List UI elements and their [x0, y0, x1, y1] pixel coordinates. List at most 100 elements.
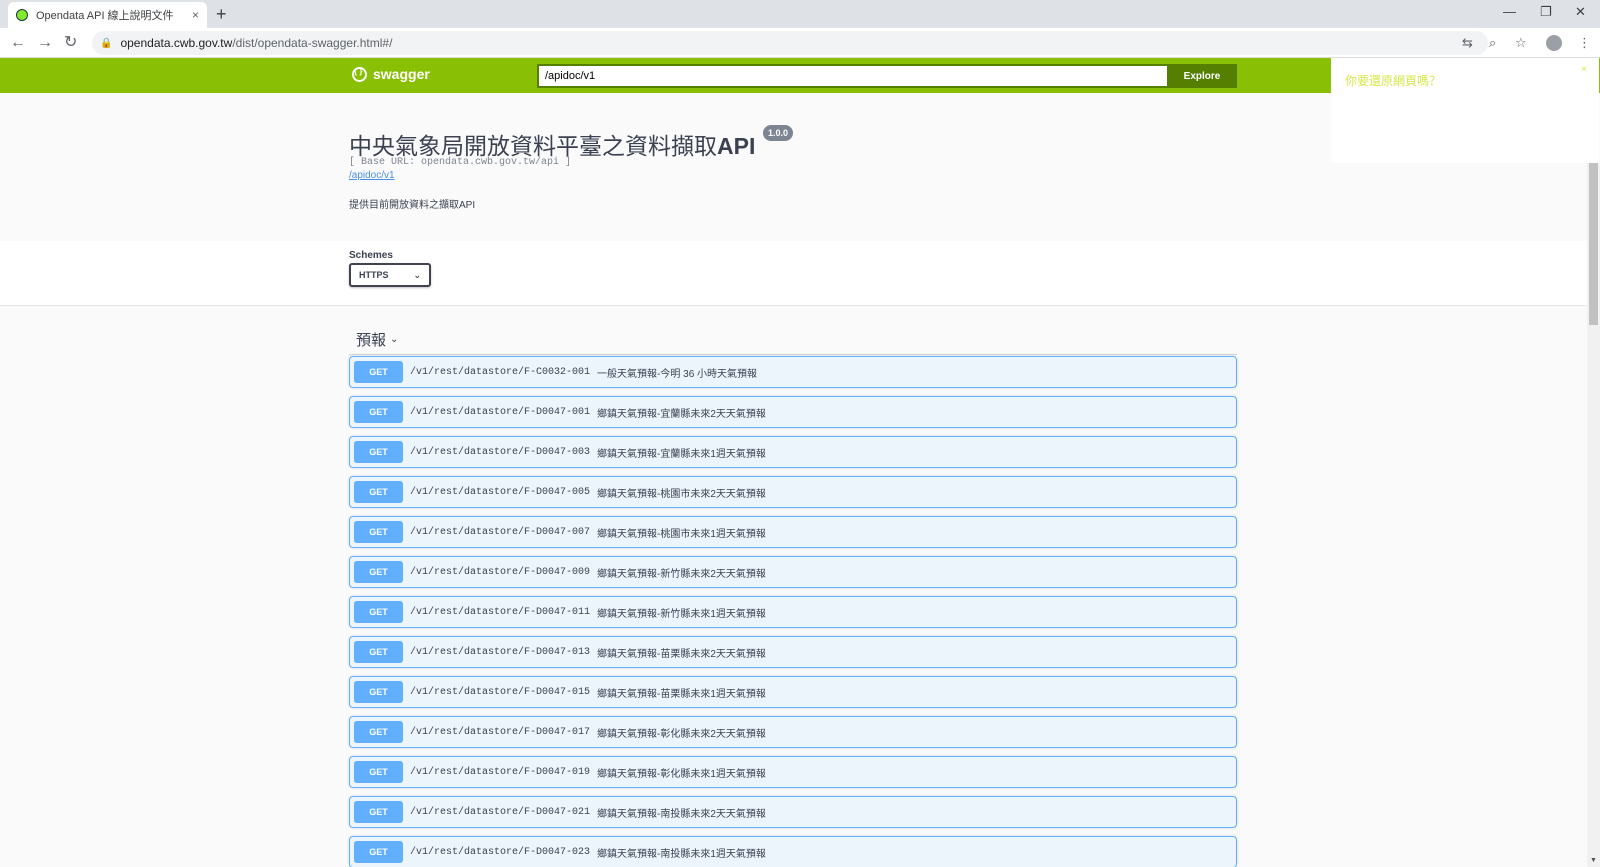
profile-avatar[interactable] [1546, 35, 1562, 51]
operation-row[interactable]: GET/v1/rest/datastore/F-D0047-001 鄉鎮天氣預報-… [349, 396, 1237, 428]
method-badge: GET [354, 761, 403, 783]
browser-tabstrip: Opendata API 線上說明文件 × + — ❐ ✕ [0, 0, 1600, 28]
restore-button[interactable]: ❐ [1540, 4, 1552, 20]
url-path: /dist/opendata-swagger.html#/ [232, 36, 393, 50]
section-header-forecast[interactable]: 預報 ⌄ [349, 325, 1237, 355]
swagger-logo[interactable]: swagger [352, 66, 430, 82]
operation-summary: 鄉鎮天氣預報-彰化縣未來1週天氣預報 [597, 768, 766, 780]
method-badge: GET [354, 561, 403, 583]
operation-summary: 鄉鎮天氣預報-桃園市未來2天天氣預報 [597, 488, 766, 500]
url-host: opendata.cwb.gov.tw [120, 36, 233, 50]
schemes-select[interactable]: HTTPS ⌄ [349, 263, 431, 287]
operation-path: /v1/rest/datastore/F-D0047-021 [410, 806, 591, 818]
operation-row[interactable]: GET/v1/rest/datastore/F-D0047-013 鄉鎮天氣預報-… [349, 636, 1237, 668]
operation-summary: 鄉鎮天氣預報-苗栗縣未來1週天氣預報 [597, 688, 766, 700]
operation-summary: 鄉鎮天氣預報-新竹縣未來2天天氣預報 [597, 568, 766, 580]
chevron-down-icon: ⌄ [413, 269, 421, 280]
schemes-label: Schemes [349, 250, 393, 261]
page-scrollbar[interactable]: ▼ [1587, 163, 1600, 867]
operation-path: /v1/rest/datastore/F-C0032-001 [410, 366, 591, 378]
lock-icon[interactable]: 🔒 [100, 38, 112, 49]
page-title: 中央氣象局開放資料平臺之資料擷取API [349, 127, 755, 161]
browser-tab[interactable]: Opendata API 線上說明文件 × [8, 2, 207, 28]
browser-menu-icon[interactable]: ⋮ [1578, 34, 1591, 52]
base-url: [ Base URL: opendata.cwb.gov.tw/api ] [349, 157, 572, 168]
operation-path: /v1/rest/datastore/F-D0047-019 [410, 766, 591, 778]
reload-icon[interactable]: ↻ [64, 33, 77, 53]
operation-row[interactable]: GET/v1/rest/datastore/F-D0047-011 鄉鎮天氣預報-… [349, 596, 1237, 628]
method-badge: GET [354, 841, 403, 863]
operation-row[interactable]: GET/v1/rest/datastore/F-D0047-007 鄉鎮天氣預報-… [349, 516, 1237, 548]
method-badge: GET [354, 601, 403, 623]
method-badge: GET [354, 641, 403, 663]
method-badge: GET [354, 801, 403, 823]
explore-button[interactable]: Explore [1167, 64, 1237, 88]
operation-path: /v1/rest/datastore/F-D0047-017 [410, 726, 591, 738]
operation-summary: 鄉鎮天氣預報-苗栗縣未來2天天氣預報 [597, 648, 766, 660]
operation-summary: 鄉鎮天氣預報-新竹縣未來1週天氣預報 [597, 608, 766, 620]
back-icon[interactable]: ← [10, 33, 26, 53]
api-doc-link[interactable]: /apidoc/v1 [349, 170, 395, 181]
method-badge: GET [354, 521, 403, 543]
operation-row[interactable]: GET/v1/rest/datastore/F-D0047-017 鄉鎮天氣預報-… [349, 716, 1237, 748]
operation-summary: 鄉鎮天氣預報-彰化縣未來2天天氣預報 [597, 728, 766, 740]
method-badge: GET [354, 721, 403, 743]
swagger-logo-icon [352, 66, 367, 82]
method-badge: GET [354, 361, 403, 383]
translate-icon[interactable]: ⇆ [1462, 34, 1473, 52]
scroll-down-arrow-icon[interactable]: ▼ [1590, 857, 1597, 864]
api-url-input[interactable] [537, 64, 1167, 88]
tab-title: Opendata API 線上說明文件 [36, 10, 174, 22]
popup-close-icon[interactable]: × [1581, 64, 1587, 75]
method-badge: GET [354, 401, 403, 423]
operation-summary: 一般天氣預報-今明 36 小時天氣預報 [597, 368, 758, 380]
operations-list: GET/v1/rest/datastore/F-C0032-001 一般天氣預報-… [349, 356, 1237, 867]
page-title-cjk: 中央氣象局開放資料平臺之資料擷取 [349, 133, 717, 159]
operation-row[interactable]: GET/v1/rest/datastore/F-C0032-001 一般天氣預報-… [349, 356, 1237, 388]
method-badge: GET [354, 441, 403, 463]
forward-icon[interactable]: → [37, 33, 53, 53]
operation-path: /v1/rest/datastore/F-D0047-007 [410, 526, 591, 538]
schemes-selected-value: HTTPS [359, 270, 389, 280]
operation-path: /v1/rest/datastore/F-D0047-003 [410, 446, 591, 458]
zoom-icon[interactable]: ⌕ [1489, 34, 1496, 52]
method-badge: GET [354, 481, 403, 503]
page-title-api: API [717, 133, 756, 159]
swagger-favicon-icon [16, 9, 28, 21]
operation-summary: 鄉鎮天氣預報-南投縣未來2天天氣預報 [597, 808, 766, 820]
operation-path: /v1/rest/datastore/F-D0047-009 [410, 566, 591, 578]
operation-row[interactable]: GET/v1/rest/datastore/F-D0047-003 鄉鎮天氣預報-… [349, 436, 1237, 468]
method-badge: GET [354, 681, 403, 703]
restore-pages-text: 你要還原網頁嗎？ [1345, 74, 1442, 88]
operation-path: /v1/rest/datastore/F-D0047-023 [410, 846, 591, 858]
api-description: 提供目前開放資料之擷取API [349, 200, 476, 211]
operation-summary: 鄉鎮天氣預報-桃園市未來1週天氣預報 [597, 528, 766, 540]
scrollbar-thumb[interactable] [1589, 163, 1598, 325]
new-tab-button[interactable]: + [216, 4, 227, 24]
section-title: 預報 [356, 332, 387, 349]
swagger-logo-text: swagger [373, 66, 430, 82]
tab-close-icon[interactable]: × [192, 8, 199, 22]
close-window-button[interactable]: ✕ [1575, 4, 1586, 20]
operation-path: /v1/rest/datastore/F-D0047-011 [410, 606, 591, 618]
operation-row[interactable]: GET/v1/rest/datastore/F-D0047-023 鄉鎮天氣預報-… [349, 836, 1237, 867]
operation-path: /v1/rest/datastore/F-D0047-015 [410, 686, 591, 698]
operation-path: /v1/rest/datastore/F-D0047-013 [410, 646, 591, 658]
operation-row[interactable]: GET/v1/rest/datastore/F-D0047-005 鄉鎮天氣預報-… [349, 476, 1237, 508]
operation-row[interactable]: GET/v1/rest/datastore/F-D0047-009 鄉鎮天氣預報-… [349, 556, 1237, 588]
version-badge: 1.0.0 [763, 125, 794, 141]
minimize-button[interactable]: — [1503, 4, 1516, 19]
schemes-container: Schemes HTTPS ⌄ [0, 241, 1587, 306]
operation-row[interactable]: GET/v1/rest/datastore/F-D0047-015 鄉鎮天氣預報-… [349, 676, 1237, 708]
browser-toolbar: ← → ↻ 🔒 opendata.cwb.gov.tw /dist/openda… [0, 28, 1600, 58]
operation-row[interactable]: GET/v1/rest/datastore/F-D0047-021 鄉鎮天氣預報-… [349, 796, 1237, 828]
section-chevron-icon: ⌄ [390, 334, 399, 345]
operation-path: /v1/rest/datastore/F-D0047-001 [410, 406, 591, 418]
restore-pages-popup: 你要還原網頁嗎？ × [1331, 58, 1599, 163]
operation-summary: 鄉鎮天氣預報-宜蘭縣未來2天天氣預報 [597, 408, 766, 420]
bookmark-star-icon[interactable]: ☆ [1515, 34, 1527, 52]
operation-path: /v1/rest/datastore/F-D0047-005 [410, 486, 591, 498]
address-bar[interactable]: 🔒 opendata.cwb.gov.tw /dist/opendata-swa… [92, 31, 1488, 55]
operation-summary: 鄉鎮天氣預報-南投縣未來1週天氣預報 [597, 848, 766, 860]
operation-row[interactable]: GET/v1/rest/datastore/F-D0047-019 鄉鎮天氣預報-… [349, 756, 1237, 788]
